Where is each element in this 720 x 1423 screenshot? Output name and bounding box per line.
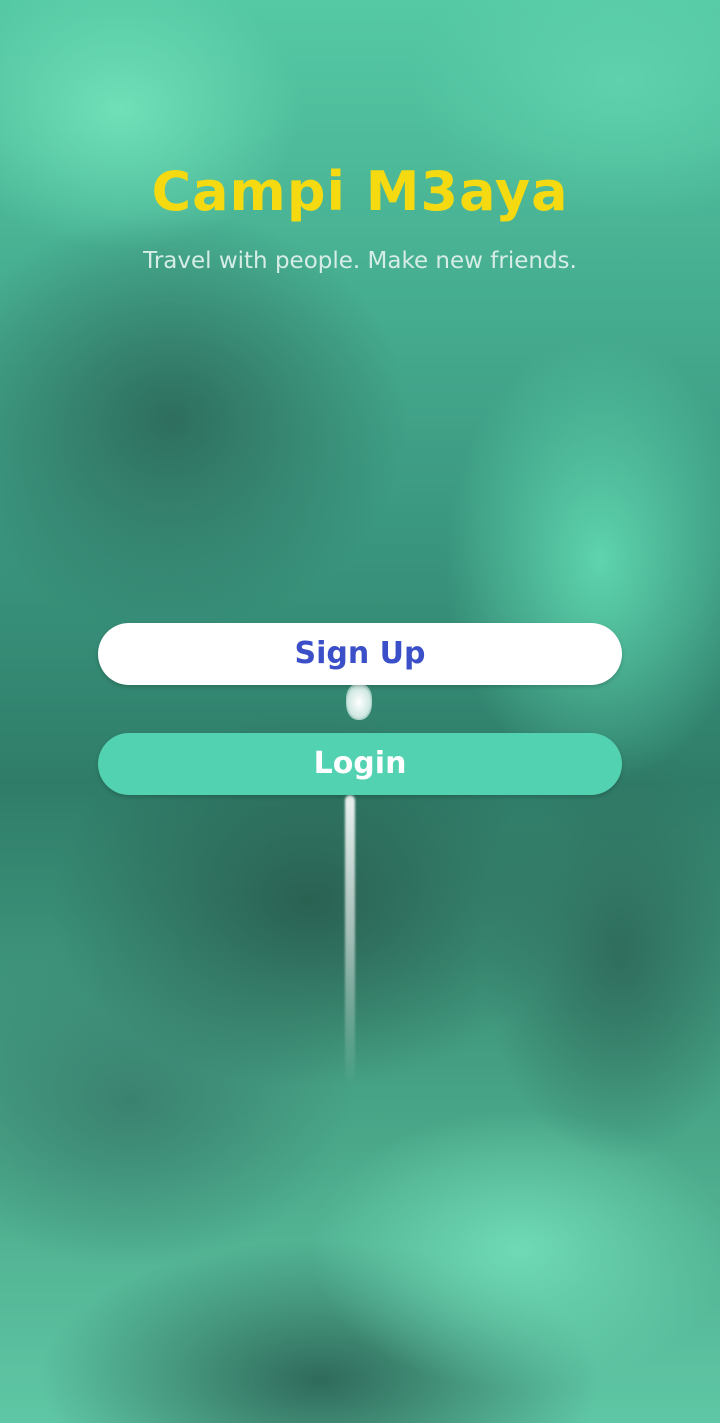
boat <box>346 684 372 720</box>
login-button[interactable]: Login <box>98 733 622 795</box>
app-title: Campi M3aya <box>151 160 569 223</box>
sign-up-button[interactable]: Sign Up <box>98 623 622 685</box>
boat-wake <box>345 795 355 1085</box>
app-tagline: Travel with people. Make new friends. <box>143 248 577 274</box>
